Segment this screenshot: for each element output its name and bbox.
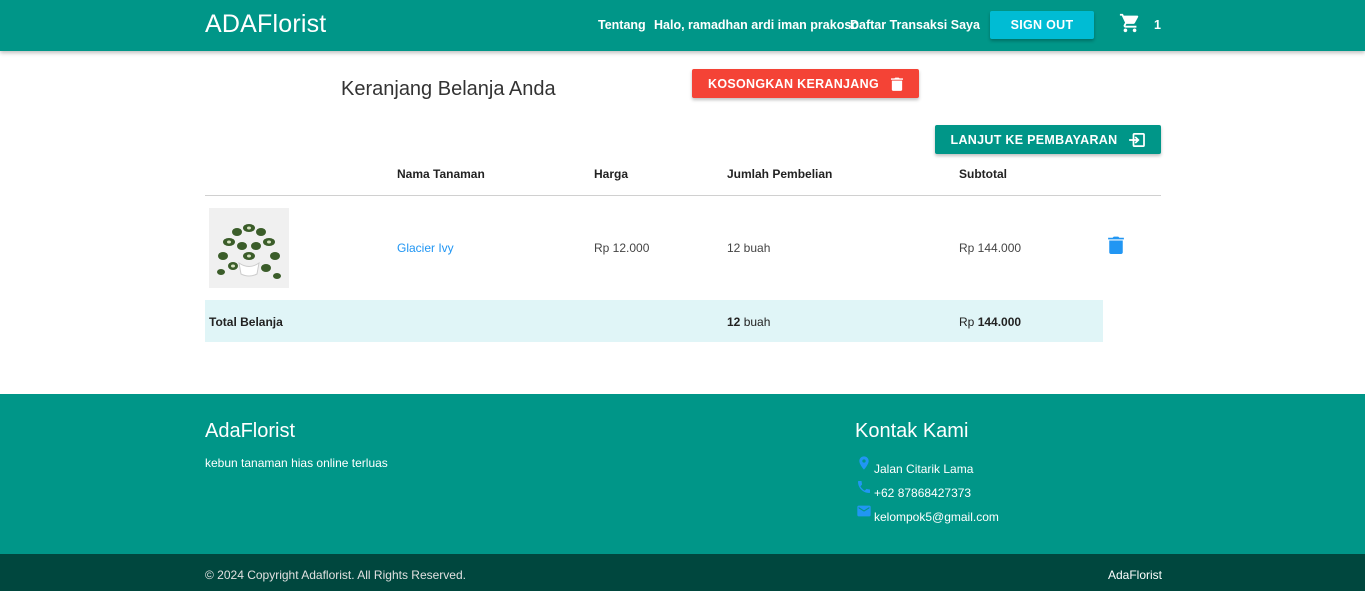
total-label: Total Belanja xyxy=(209,315,283,329)
trash-icon xyxy=(891,77,903,91)
sign-out-button[interactable]: SIGN OUT xyxy=(990,11,1094,39)
product-image xyxy=(209,208,289,288)
total-amount: Rp 144.000 xyxy=(959,315,1021,329)
item-quantity: 12 buah xyxy=(727,241,771,255)
top-navbar: ADAFlorist Tentang Halo, ramadhan ardi i… xyxy=(0,0,1365,51)
footer-brand: AdaFlorist xyxy=(205,420,296,442)
phone-icon xyxy=(858,481,870,493)
footer xyxy=(0,394,1365,554)
total-quantity-number: 12 xyxy=(727,315,741,329)
footer-bottom-brand[interactable]: AdaFlorist xyxy=(1108,568,1162,582)
nav-link-tentang[interactable]: Tentang xyxy=(598,18,646,32)
location-pin-icon xyxy=(859,456,869,470)
exit-to-app-icon xyxy=(1129,132,1146,147)
header-quantity: Jumlah Pembelian xyxy=(727,167,833,181)
checkout-button[interactable]: LANJUT KE PEMBAYARAN xyxy=(935,125,1161,154)
item-name-link[interactable]: Glacier Ivy xyxy=(397,241,454,255)
footer-tagline: kebun tanaman hias online terluas xyxy=(205,456,388,470)
total-amount-value: 144.000 xyxy=(977,315,1022,329)
empty-cart-label: KOSONGKAN KERANJANG xyxy=(708,76,879,91)
table-divider xyxy=(205,195,1161,196)
email-icon xyxy=(857,505,871,517)
delete-item-icon[interactable] xyxy=(1108,236,1124,254)
nav-link-user-greeting[interactable]: Halo, ramadhan ardi iman prakoso xyxy=(654,18,859,32)
footer-address: Jalan Citarik Lama xyxy=(874,462,974,476)
header-price: Harga xyxy=(594,167,629,181)
empty-cart-button[interactable]: KOSONGKAN KERANJANG xyxy=(692,69,919,98)
header-subtotal: Subtotal xyxy=(959,167,1007,181)
footer-contact-title: Kontak Kami xyxy=(855,420,969,442)
cart-count-badge[interactable]: 1 xyxy=(1154,18,1161,32)
shopping-cart-icon[interactable] xyxy=(1119,12,1141,34)
page-title: Keranjang Belanja Anda xyxy=(341,78,556,100)
plant-illustration xyxy=(209,208,289,288)
brand-logo[interactable]: ADAFlorist xyxy=(205,10,326,39)
item-price: Rp 12.000 xyxy=(594,241,650,255)
footer-email[interactable]: kelompok5@gmail.com xyxy=(874,510,999,524)
total-quantity: 12 buah xyxy=(727,315,770,329)
copyright-text: © 2024 Copyright Adaflorist. All Rights … xyxy=(205,568,466,582)
total-quantity-unit: buah xyxy=(743,315,771,329)
header-plant-name: Nama Tanaman xyxy=(397,167,485,181)
footer-phone[interactable]: +62 87868427373 xyxy=(874,486,971,500)
total-currency: Rp xyxy=(959,315,975,329)
checkout-label: LANJUT KE PEMBAYARAN xyxy=(950,132,1118,147)
item-subtotal: Rp 144.000 xyxy=(959,241,1022,255)
nav-link-transactions[interactable]: Daftar Transaksi Saya xyxy=(850,18,980,32)
